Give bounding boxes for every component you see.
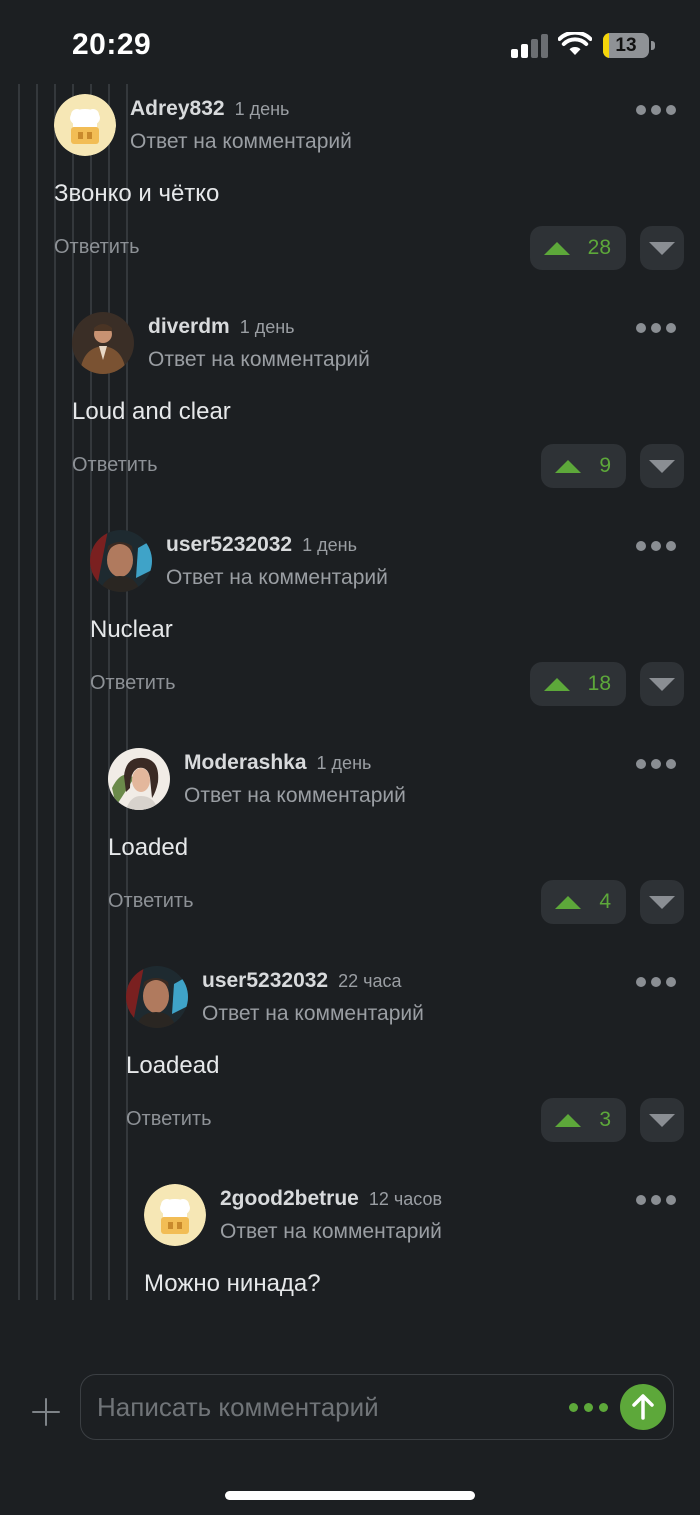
more-options-icon[interactable] bbox=[636, 1193, 676, 1207]
upvote-button[interactable]: 18 bbox=[529, 662, 626, 706]
downvote-button[interactable] bbox=[640, 662, 684, 706]
avatar[interactable] bbox=[144, 1184, 206, 1246]
comment-author[interactable]: user5232032 1 день bbox=[166, 533, 357, 557]
wifi-icon bbox=[558, 32, 592, 55]
battery-icon: 13 bbox=[603, 33, 649, 58]
comment-text: Loadead bbox=[126, 1052, 220, 1079]
comment-time: 12 часов bbox=[368, 1189, 443, 1209]
more-options-icon[interactable] bbox=[636, 757, 676, 771]
vote-count: 9 bbox=[599, 454, 611, 477]
arrow-down-icon bbox=[649, 678, 675, 691]
comment-author-name[interactable]: diverdm bbox=[148, 315, 230, 338]
comment-input[interactable] bbox=[97, 1387, 557, 1427]
more-options-icon[interactable] bbox=[636, 103, 676, 117]
downvote-button[interactable] bbox=[640, 444, 684, 488]
comment-time: 1 день bbox=[302, 535, 357, 555]
more-options-icon[interactable] bbox=[636, 321, 676, 335]
downvote-button[interactable] bbox=[640, 1098, 684, 1142]
comment-time: 22 часа bbox=[338, 971, 402, 991]
reply-button[interactable]: Ответить bbox=[126, 1108, 212, 1131]
arrow-up-icon bbox=[543, 241, 570, 255]
comment-subtitle[interactable]: Ответ на комментарий bbox=[184, 784, 406, 808]
comment-input-box bbox=[80, 1374, 674, 1440]
more-options-icon[interactable] bbox=[636, 975, 676, 989]
comment-composer bbox=[0, 1370, 700, 1450]
thread-line bbox=[18, 84, 20, 1300]
comment-text: Можно нинада? bbox=[144, 1270, 321, 1297]
comment: user5232032 22 часа Ответ на комментарий Lo… bbox=[126, 956, 700, 1174]
status-bar: 20:29 13 bbox=[0, 0, 700, 90]
comment-author[interactable]: 2good2betrue 12 часов bbox=[220, 1187, 442, 1211]
downvote-button[interactable] bbox=[640, 226, 684, 270]
comment: Adrey832 1 день Ответ на комментарий Звонко… bbox=[54, 84, 700, 302]
arrow-down-icon bbox=[649, 460, 675, 473]
arrow-down-icon bbox=[649, 242, 675, 255]
downvote-button[interactable] bbox=[640, 880, 684, 924]
arrow-up-icon bbox=[632, 1394, 654, 1420]
comment-text: Loud and clear bbox=[72, 398, 231, 425]
arrow-up-icon bbox=[555, 895, 582, 909]
arrow-down-icon bbox=[649, 896, 675, 909]
comment-author-name[interactable]: Moderashka bbox=[184, 751, 307, 774]
comment-subtitle[interactable]: Ответ на комментарий bbox=[130, 130, 352, 154]
upvote-button[interactable]: 3 bbox=[541, 1098, 626, 1142]
comment-text: Звонко и чётко bbox=[54, 180, 220, 207]
vote-count: 3 bbox=[599, 1108, 611, 1131]
comment-author-name[interactable]: Adrey832 bbox=[130, 97, 225, 120]
home-indicator[interactable] bbox=[225, 1491, 475, 1500]
comment-subtitle[interactable]: Ответ на комментарий bbox=[148, 348, 370, 372]
arrow-down-icon bbox=[649, 1114, 675, 1127]
upvote-button[interactable]: 4 bbox=[541, 880, 626, 924]
comment-author[interactable]: Moderashka 1 день bbox=[184, 751, 371, 775]
avatar[interactable] bbox=[54, 94, 116, 156]
reply-button[interactable]: Ответить bbox=[54, 236, 140, 259]
comment-author-name[interactable]: 2good2betrue bbox=[220, 1187, 359, 1210]
comment-author-name[interactable]: user5232032 bbox=[202, 969, 328, 992]
thread-line bbox=[36, 84, 38, 1300]
vote-count: 18 bbox=[587, 672, 611, 695]
reply-button[interactable]: Ответить bbox=[72, 454, 158, 477]
comment-author[interactable]: user5232032 22 часа bbox=[202, 969, 402, 993]
more-options-icon[interactable] bbox=[636, 539, 676, 553]
comment-author[interactable]: Adrey832 1 день bbox=[130, 97, 289, 121]
cellular-signal-icon bbox=[511, 34, 549, 58]
arrow-up-icon bbox=[555, 1113, 582, 1127]
comment-time: 1 день bbox=[316, 753, 372, 773]
avatar[interactable] bbox=[126, 966, 188, 1028]
arrow-up-icon bbox=[555, 459, 582, 473]
comment-time: 1 день bbox=[239, 317, 295, 337]
comment: Moderashka 1 день Ответ на комментарий Load… bbox=[108, 738, 700, 956]
comment-subtitle[interactable]: Ответ на комментарий bbox=[202, 1002, 424, 1026]
avatar[interactable] bbox=[72, 312, 134, 374]
send-button[interactable] bbox=[620, 1384, 666, 1430]
comment-text: Nuclear bbox=[90, 616, 173, 643]
upvote-button[interactable]: 9 bbox=[541, 444, 626, 488]
comment-subtitle[interactable]: Ответ на комментарий bbox=[220, 1220, 442, 1244]
comment-author-name[interactable]: user5232032 bbox=[166, 533, 292, 556]
comment-author[interactable]: diverdm 1 день bbox=[148, 315, 295, 339]
comment-text: Loaded bbox=[108, 834, 189, 861]
upvote-button[interactable]: 28 bbox=[529, 226, 626, 270]
battery-level: 13 bbox=[615, 35, 637, 56]
more-options-icon[interactable] bbox=[569, 1403, 609, 1413]
add-attachment-button[interactable] bbox=[30, 1396, 62, 1428]
vote-count: 4 bbox=[599, 890, 611, 913]
vote-count: 28 bbox=[587, 236, 611, 259]
comment-subtitle[interactable]: Ответ на комментарий bbox=[166, 566, 388, 590]
comment: diverdm 1 день Ответ на комментарий Loud an… bbox=[72, 302, 700, 520]
reply-button[interactable]: Ответить bbox=[90, 672, 176, 695]
comment-thread: Adrey832 1 день Ответ на комментарий Звонко… bbox=[0, 84, 700, 1300]
status-time: 20:29 bbox=[72, 28, 152, 61]
reply-button[interactable]: Ответить bbox=[108, 890, 194, 913]
comment-time: 1 день bbox=[234, 99, 290, 119]
comment: user5232032 1 день Ответ на комментарий Nuc… bbox=[90, 520, 700, 738]
arrow-up-icon bbox=[543, 677, 570, 691]
avatar[interactable] bbox=[108, 748, 170, 810]
avatar[interactable] bbox=[90, 530, 152, 592]
comment: 2good2betrue 12 часов Ответ на комментарий… bbox=[144, 1174, 700, 1300]
